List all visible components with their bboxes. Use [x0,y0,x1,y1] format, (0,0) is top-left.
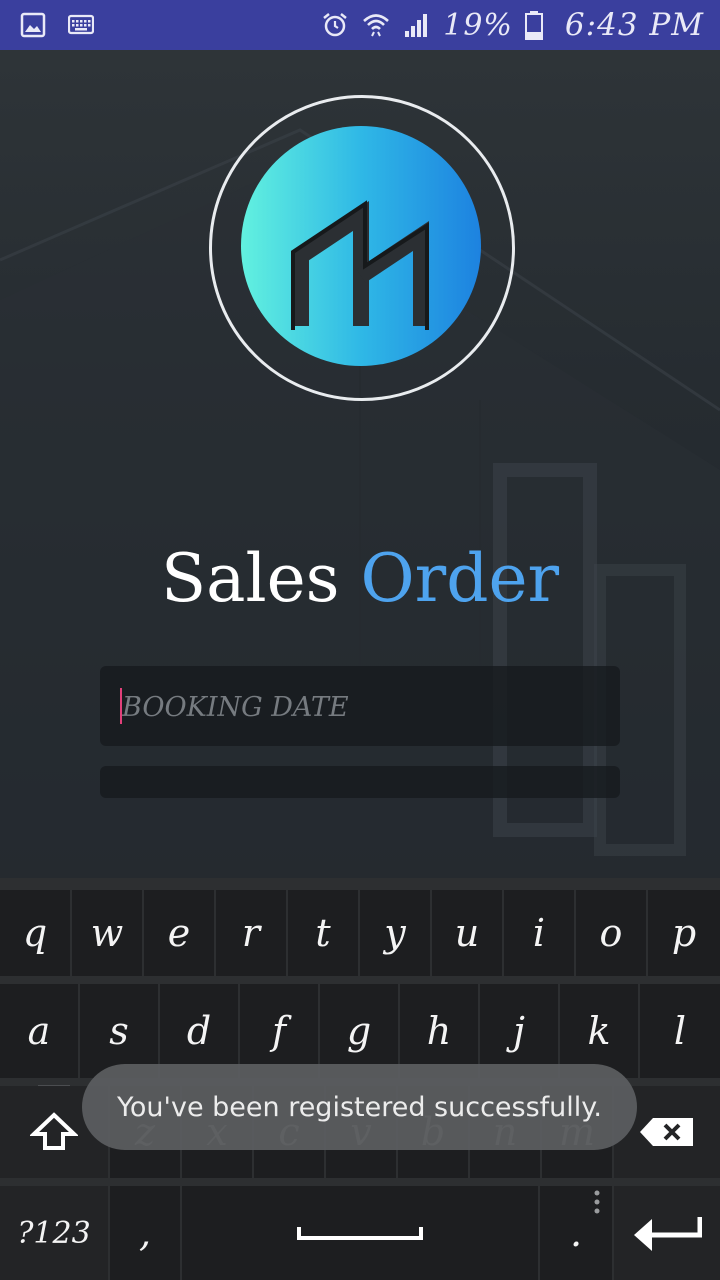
title-part-order: Order [360,540,560,617]
space-key[interactable] [182,1186,538,1280]
key-e[interactable]: e [144,890,214,976]
battery-percent: 19% [443,7,513,43]
image-icon [20,12,46,38]
toast-message: You've been registered successfully. [82,1064,637,1150]
key-q[interactable]: q [0,890,70,976]
soft-keyboard: q w e r t y u i o p a s d f g h j k l z … [0,878,720,1280]
signal-icon [405,14,428,37]
app-screen: Sales Order [0,50,720,878]
wifi-icon [363,14,390,37]
enter-key[interactable] [614,1186,720,1280]
status-bar: 19% 6:43 PM [0,0,720,50]
title-part-sales: Sales [160,540,340,617]
space-bar-icon [297,1227,423,1240]
key-r[interactable]: r [216,890,286,976]
key-t[interactable]: t [288,890,358,976]
second-field[interactable] [100,766,620,798]
backspace-icon [640,1118,693,1146]
key-w[interactable]: w [72,890,142,976]
enter-icon [634,1217,702,1251]
key-l[interactable]: l [640,984,720,1078]
key-a[interactable]: a [0,984,78,1078]
page-title: Sales Order [0,540,720,617]
key-u[interactable]: u [432,890,502,976]
key-p[interactable]: p [648,890,720,976]
more-options-icon [594,1190,600,1214]
shift-icon [30,1112,78,1150]
text-caret [120,688,122,724]
clock: 6:43 PM [564,7,704,43]
alarm-icon [323,13,348,37]
period-key[interactable]: . [540,1186,612,1280]
key-i[interactable]: i [504,890,574,976]
app-logo-icon [291,200,429,330]
battery-icon [524,11,543,40]
booking-date-input[interactable] [120,682,604,732]
key-o[interactable]: o [576,890,646,976]
symbols-key[interactable]: ?123 [0,1186,108,1280]
booking-date-field[interactable] [100,666,620,746]
keyboard-icon [68,14,94,35]
comma-key[interactable]: , [110,1186,180,1280]
key-y[interactable]: y [360,890,430,976]
